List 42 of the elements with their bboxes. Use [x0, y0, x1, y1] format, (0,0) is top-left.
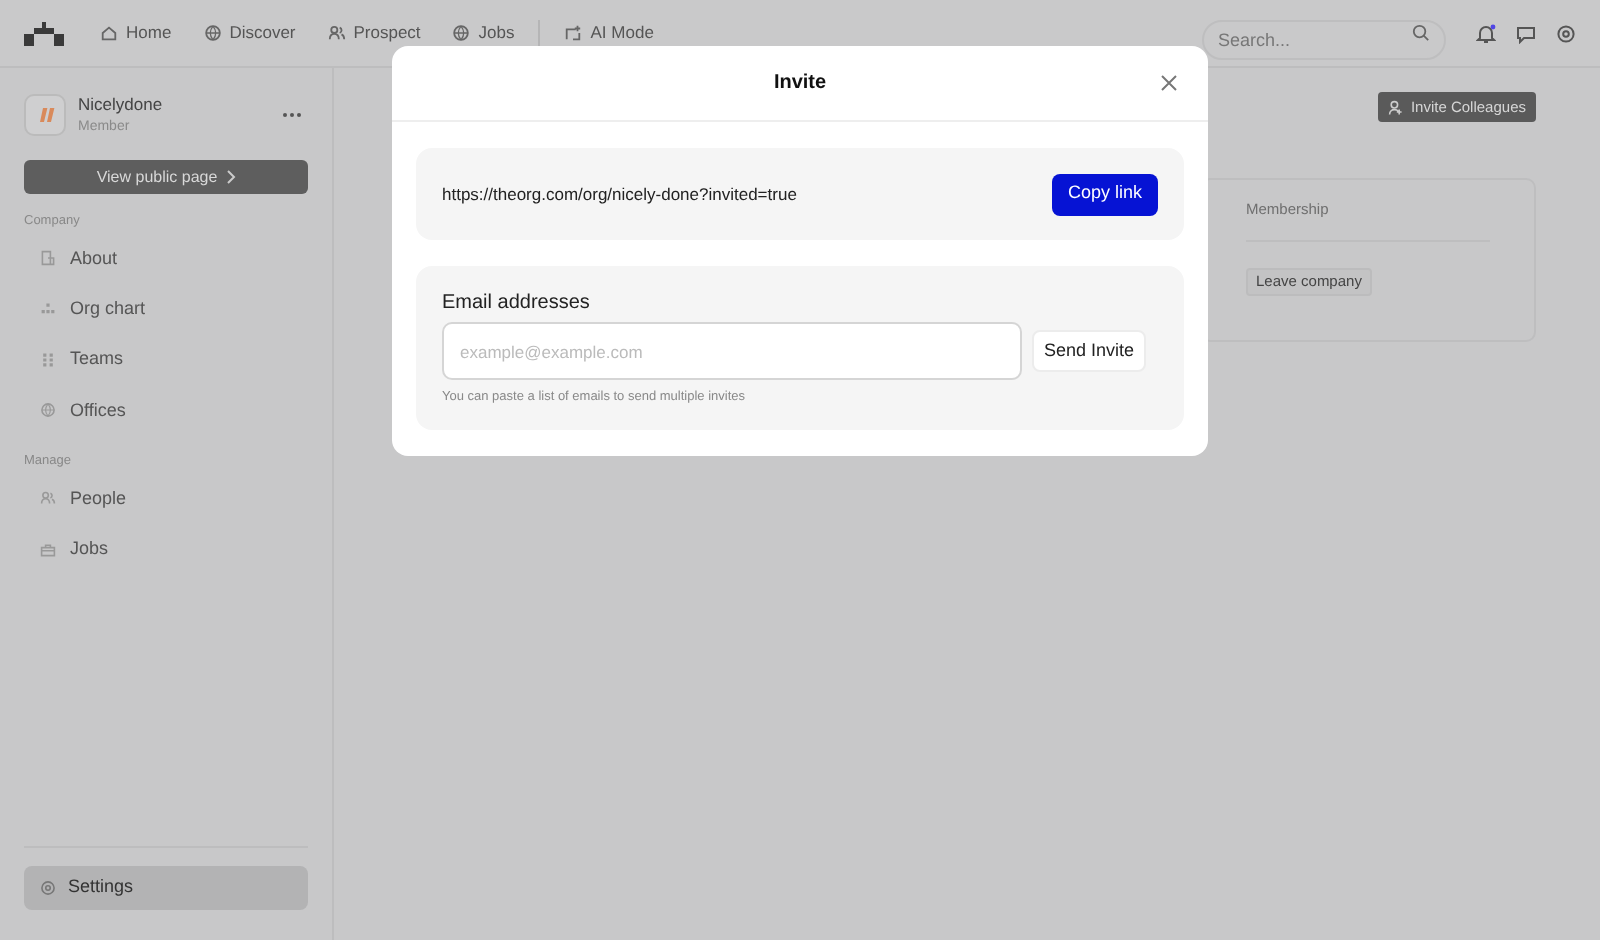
bell-icon[interactable]	[1476, 23, 1496, 43]
grid-icon	[40, 351, 56, 368]
settings-icon[interactable]	[1556, 23, 1576, 43]
globe-icon	[40, 402, 56, 419]
nav-link[interactable]: Jobs	[452, 20, 515, 46]
document-icon	[40, 250, 56, 267]
logo-icon[interactable]	[24, 21, 64, 45]
view-public-page-button[interactable]: View public page	[24, 160, 308, 194]
house-icon	[100, 24, 118, 42]
send-invite-button[interactable]: Send Invite	[1032, 330, 1147, 372]
nav-link[interactable]: Prospect	[327, 20, 421, 46]
company-name: Nicelydone	[78, 92, 163, 116]
sidebar-item[interactable]: Jobs	[24, 523, 308, 575]
more-icon[interactable]	[282, 112, 302, 118]
sidebar-item[interactable]: About	[24, 233, 308, 285]
sidebar-item[interactable]: Offices	[24, 385, 308, 436]
search-icon	[1412, 24, 1430, 42]
email-label: Email addresses	[442, 290, 592, 316]
globe-icon	[203, 24, 222, 42]
search-field[interactable]: Search...	[1202, 19, 1446, 59]
chart-icon	[40, 301, 56, 318]
dialog-title: Invite	[773, 70, 827, 98]
nav-link[interactable]: Discover	[203, 20, 296, 46]
company-logo	[24, 94, 66, 136]
briefcase-icon	[40, 541, 56, 558]
email-field[interactable]: example@example.com	[442, 322, 1022, 380]
close-icon[interactable]	[1160, 74, 1178, 92]
sidebar-item[interactable]: Org chart	[24, 284, 308, 335]
sparkle-icon	[564, 24, 583, 42]
settings-item[interactable]: Settings	[24, 866, 308, 910]
nav-link[interactable]: Home	[100, 20, 172, 46]
nav-link[interactable]: AI Mode	[564, 20, 654, 46]
people-icon	[40, 490, 56, 507]
sidebar-item[interactable]: Teams	[24, 334, 308, 386]
people-icon	[327, 24, 346, 42]
globe-icon	[452, 24, 471, 42]
chevron-right-icon	[225, 170, 236, 184]
message-icon[interactable]	[1516, 23, 1536, 43]
sidebar-item[interactable]: People	[24, 473, 308, 524]
settings-icon	[40, 880, 56, 896]
copy-link-button[interactable]: Copy link	[1051, 173, 1158, 215]
add-person-icon	[1388, 99, 1405, 115]
